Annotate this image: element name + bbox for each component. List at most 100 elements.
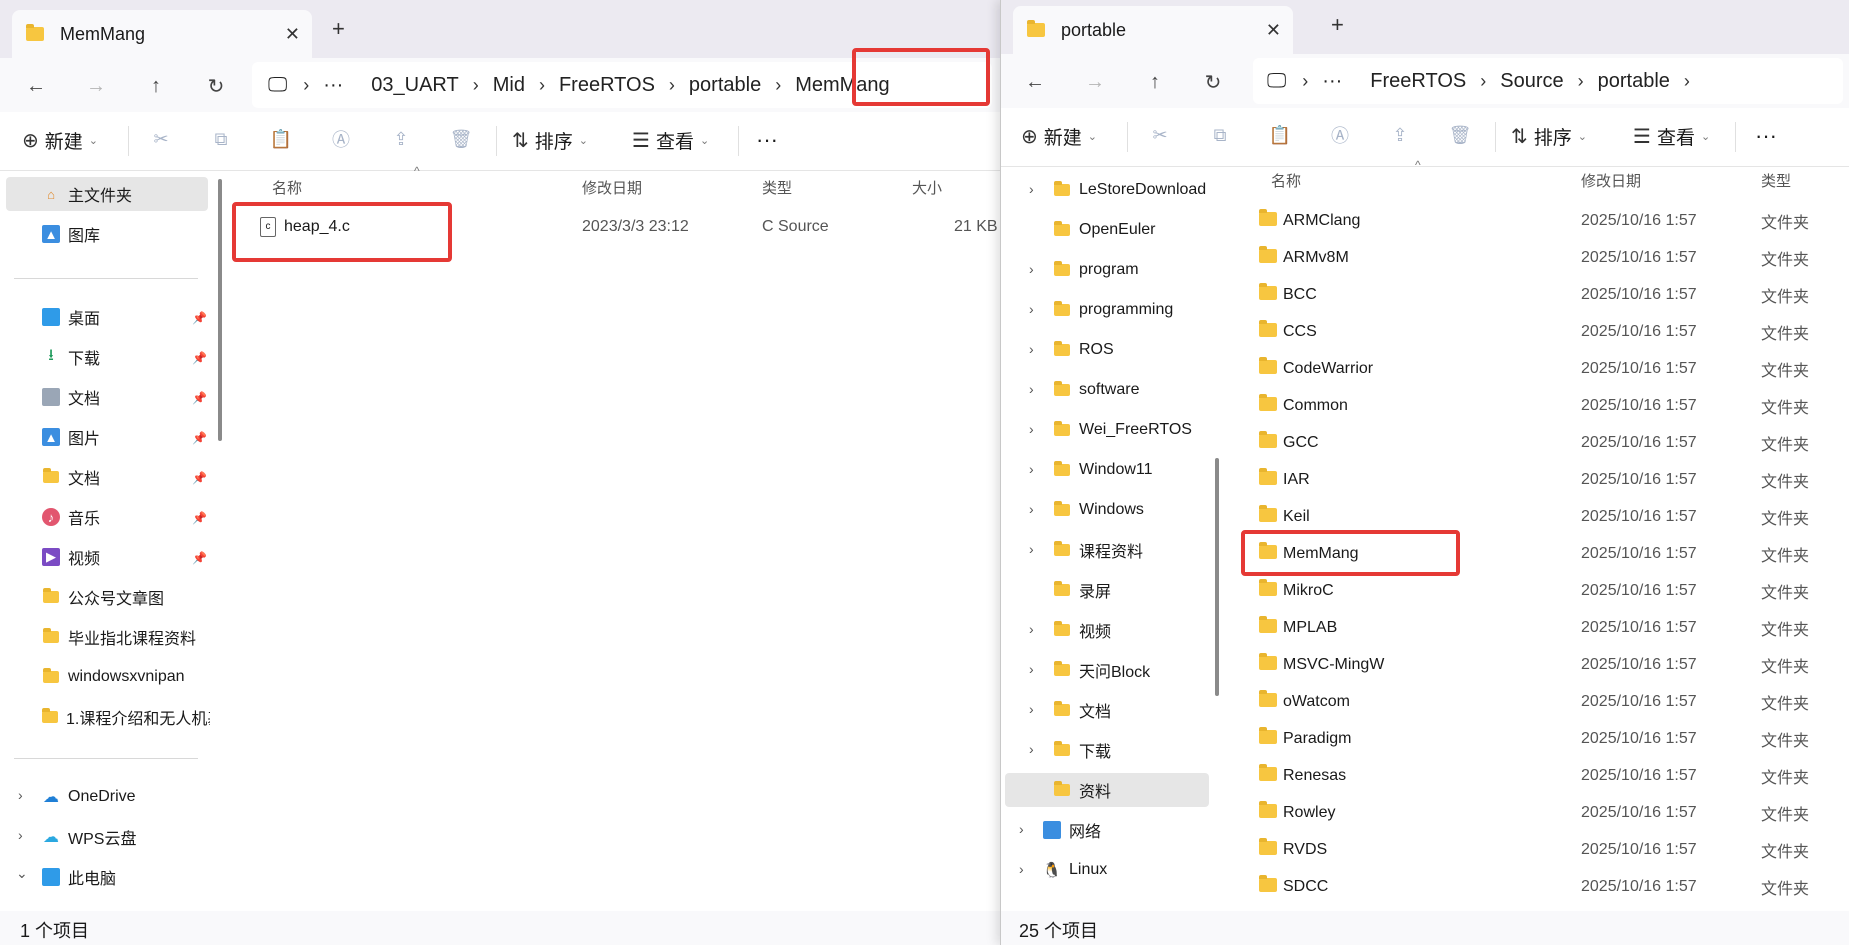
chevron-right-icon[interactable]: › [1029,341,1034,357]
table-row[interactable]: MSVC-MingW 2025/10/16 1:57 文件夹 [1251,646,1841,683]
nav-folder[interactable]: 课程资料 [1053,533,1143,567]
sort-button[interactable]: ⇅ 排序 ⌄ [1511,120,1587,152]
new-tab-button[interactable]: + [332,16,345,42]
view-button[interactable]: ☰ 查看 ⌄ [1633,120,1710,152]
forward-button[interactable]: → [1079,66,1111,98]
column-date[interactable]: 修改日期 [1581,164,1641,196]
chevron-right-icon[interactable]: › [1029,261,1034,277]
sort-button[interactable]: ⇅ 排序 ⌄ [512,124,588,156]
chevron-right-icon[interactable]: › [1029,181,1034,197]
chevron-right-icon[interactable]: › [1029,421,1034,437]
table-row[interactable]: MikroC 2025/10/16 1:57 文件夹 [1251,572,1841,609]
copy-icon[interactable]: ⧉ [1207,122,1233,148]
breadcrumb-item[interactable]: Mid [493,74,525,97]
new-button[interactable]: ⊕ 新建 ⌄ [22,124,98,156]
nav-videos[interactable]: ▶ 视频 [42,540,100,574]
table-row[interactable]: GCC 2025/10/16 1:57 文件夹 [1251,424,1841,461]
nav-folder[interactable]: 录屏 [1053,573,1111,607]
table-row[interactable]: MPLAB 2025/10/16 1:57 文件夹 [1251,609,1841,646]
nav-folder[interactable]: Windows [1053,493,1144,527]
nav-thispc[interactable]: 此电脑 [42,860,116,894]
pin-icon[interactable]: 📌 [192,431,207,445]
view-button[interactable]: ☰ 查看 ⌄ [632,124,709,156]
table-row[interactable]: CodeWarrior 2025/10/16 1:57 文件夹 [1251,350,1841,387]
close-icon[interactable]: ✕ [285,24,300,45]
chevron-down-icon[interactable]: ⌄ [16,865,28,882]
chevron-right-icon[interactable]: › [18,787,23,803]
nav-folder[interactable]: programming [1053,293,1173,327]
nav-folder[interactable]: LeStoreDownload [1053,173,1206,207]
table-row[interactable]: CCS 2025/10/16 1:57 文件夹 [1251,313,1841,350]
chevron-right-icon[interactable]: › [1029,541,1034,557]
breadcrumb-item[interactable]: Source [1500,70,1563,93]
paste-icon[interactable]: 📋 [268,126,294,152]
nav-folder[interactable]: OpenEuler [1053,213,1156,247]
up-button[interactable]: ↑ [1139,66,1171,98]
pin-icon[interactable]: 📌 [192,391,207,405]
back-button[interactable]: ← [1019,66,1051,98]
breadcrumb-overflow[interactable]: ··· [323,74,343,97]
nav-folder[interactable]: windowsxvnipan [42,660,185,694]
tab-portable[interactable]: portable ✕ [1013,6,1293,54]
column-name[interactable]: 名称 [1271,164,1301,196]
nav-onedrive[interactable]: ☁ OneDrive [42,780,136,814]
table-row[interactable]: SDCC 2025/10/16 1:57 文件夹 [1251,868,1841,905]
scrollbar[interactable] [1215,458,1219,696]
table-row[interactable]: BCC 2025/10/16 1:57 文件夹 [1251,276,1841,313]
nav-folder[interactable]: 公众号文章图 [42,580,164,614]
breadcrumb-item[interactable]: FreeRTOS [1370,70,1466,93]
nav-desktop[interactable]: 桌面 [42,300,100,334]
up-button[interactable]: ↑ [140,70,172,102]
nav-home[interactable]: ⌂ 主文件夹 [6,177,208,211]
refresh-button[interactable]: ↻ [1197,66,1229,98]
chevron-right-icon[interactable]: › [1029,661,1034,677]
table-row[interactable]: Common 2025/10/16 1:57 文件夹 [1251,387,1841,424]
forward-button[interactable]: → [80,70,112,102]
table-row[interactable]: RVDS 2025/10/16 1:57 文件夹 [1251,831,1841,868]
column-size[interactable]: 大小 [912,171,942,203]
table-row[interactable]: Renesas 2025/10/16 1:57 文件夹 [1251,757,1841,794]
nav-documents-folder[interactable]: 文档 [42,460,100,494]
chevron-right-icon[interactable]: › [1029,461,1034,477]
table-row[interactable]: Paradigm 2025/10/16 1:57 文件夹 [1251,720,1841,757]
copy-icon[interactable]: ⧉ [208,126,234,152]
chevron-right-icon[interactable]: › [18,827,23,843]
column-date[interactable]: 修改日期 [582,171,642,203]
chevron-right-icon[interactable]: › [1029,301,1034,317]
new-tab-button[interactable]: + [1331,12,1344,38]
chevron-right-icon[interactable]: › [1029,741,1034,757]
table-row[interactable]: ARMClang 2025/10/16 1:57 文件夹 [1251,202,1841,239]
table-row[interactable]: IAR 2025/10/16 1:57 文件夹 [1251,461,1841,498]
chevron-right-icon[interactable]: › [1019,861,1024,877]
nav-folder[interactable]: Window11 [1053,453,1153,487]
nav-folder[interactable]: 视频 [1053,613,1111,647]
more-button[interactable]: ··· [756,124,778,156]
column-name[interactable]: 名称 [272,171,302,203]
nav-gallery[interactable]: ▲ 图库 [42,217,100,251]
nav-folder[interactable]: program [1053,253,1139,287]
nav-network[interactable]: 网络 [1043,813,1101,847]
nav-folder[interactable]: 天问Block [1053,653,1150,687]
more-button[interactable]: ··· [1755,120,1777,152]
table-row[interactable]: ARMv8M 2025/10/16 1:57 文件夹 [1251,239,1841,276]
chevron-right-icon[interactable]: › [1019,821,1024,837]
scrollbar[interactable] [218,179,222,441]
delete-icon[interactable]: 🗑 [448,126,474,152]
cut-icon[interactable]: ✂ [148,126,174,152]
breadcrumb-item[interactable]: FreeRTOS [559,74,655,97]
chevron-right-icon[interactable]: › [1029,381,1034,397]
chevron-right-icon[interactable]: › [1029,621,1034,637]
share-icon[interactable]: ⇪ [388,126,414,152]
refresh-button[interactable]: ↻ [200,70,232,102]
table-row[interactable]: Rowley 2025/10/16 1:57 文件夹 [1251,794,1841,831]
new-button[interactable]: ⊕ 新建 ⌄ [1021,120,1097,152]
nav-folder[interactable]: 毕业指北课程资料 [42,620,196,654]
nav-documents[interactable]: 文档 [42,380,100,414]
paste-icon[interactable]: 📋 [1267,122,1293,148]
nav-folder[interactable]: 1.课程介绍和无人机基 [42,700,210,734]
nav-linux[interactable]: 🐧 Linux [1043,853,1108,887]
address-bar[interactable]: 🖵 › ··· FreeRTOS › Source › portable › [1253,58,1843,104]
pin-icon[interactable]: 📌 [192,351,207,365]
pin-icon[interactable]: 📌 [192,311,207,325]
breadcrumb-item-current[interactable]: portable [1598,70,1670,93]
